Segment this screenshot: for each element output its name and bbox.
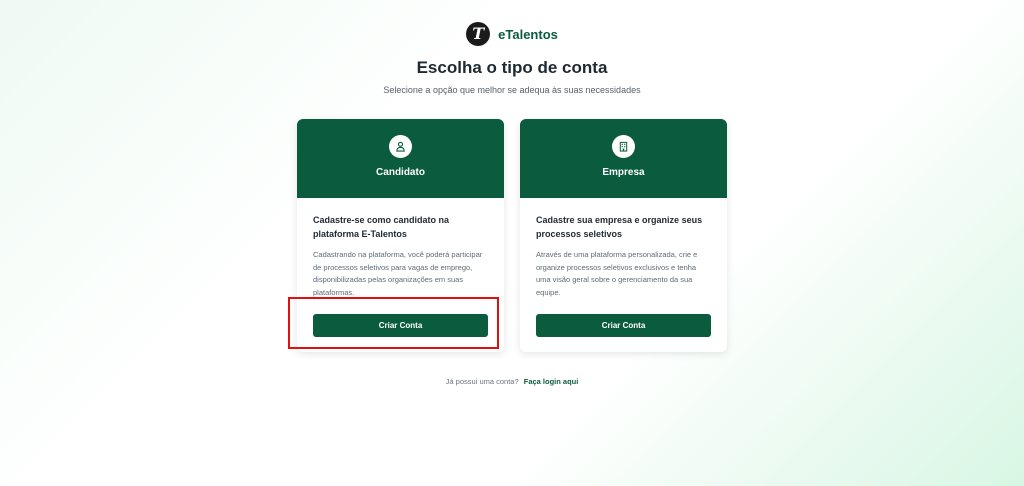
card-title: Candidato <box>376 167 425 178</box>
card-body: Cadastre sua empresa e organize seus pro… <box>520 198 727 299</box>
login-prompt: Já possui uma conta? Faça login aqui <box>0 377 1024 386</box>
login-link[interactable]: Faça login aqui <box>524 377 579 386</box>
account-card-empresa: Empresa Cadastre sua empresa e organize … <box>520 119 727 352</box>
card-heading: Cadastre-se como candidato na plataforma… <box>313 215 450 239</box>
card-header: Empresa <box>520 119 727 198</box>
user-icon <box>389 135 412 158</box>
create-account-empresa-button[interactable]: Criar Conta <box>536 314 711 337</box>
brand-name: eTalentos <box>498 26 558 42</box>
card-title: Empresa <box>602 167 645 178</box>
page-subtitle: Selecione a opção que melhor se adequa à… <box>383 85 641 95</box>
card-description: Cadastrando na plataforma, você poderá p… <box>313 250 483 297</box>
card-heading: Cadastre sua empresa e organize seus pro… <box>536 215 703 239</box>
page-title: Escolha o tipo de conta <box>416 58 608 77</box>
card-header: Candidato <box>297 119 504 198</box>
building-icon <box>612 135 635 158</box>
brand-header: T eTalentos <box>0 22 1024 46</box>
highlight-box <box>288 297 499 349</box>
card-body: Cadastre-se como candidato na plataforma… <box>297 198 504 299</box>
brand-logo-icon: T <box>466 22 491 46</box>
card-description: Através de uma plataforma personalizada,… <box>536 250 698 297</box>
login-prompt-text: Já possui uma conta? <box>445 377 519 386</box>
